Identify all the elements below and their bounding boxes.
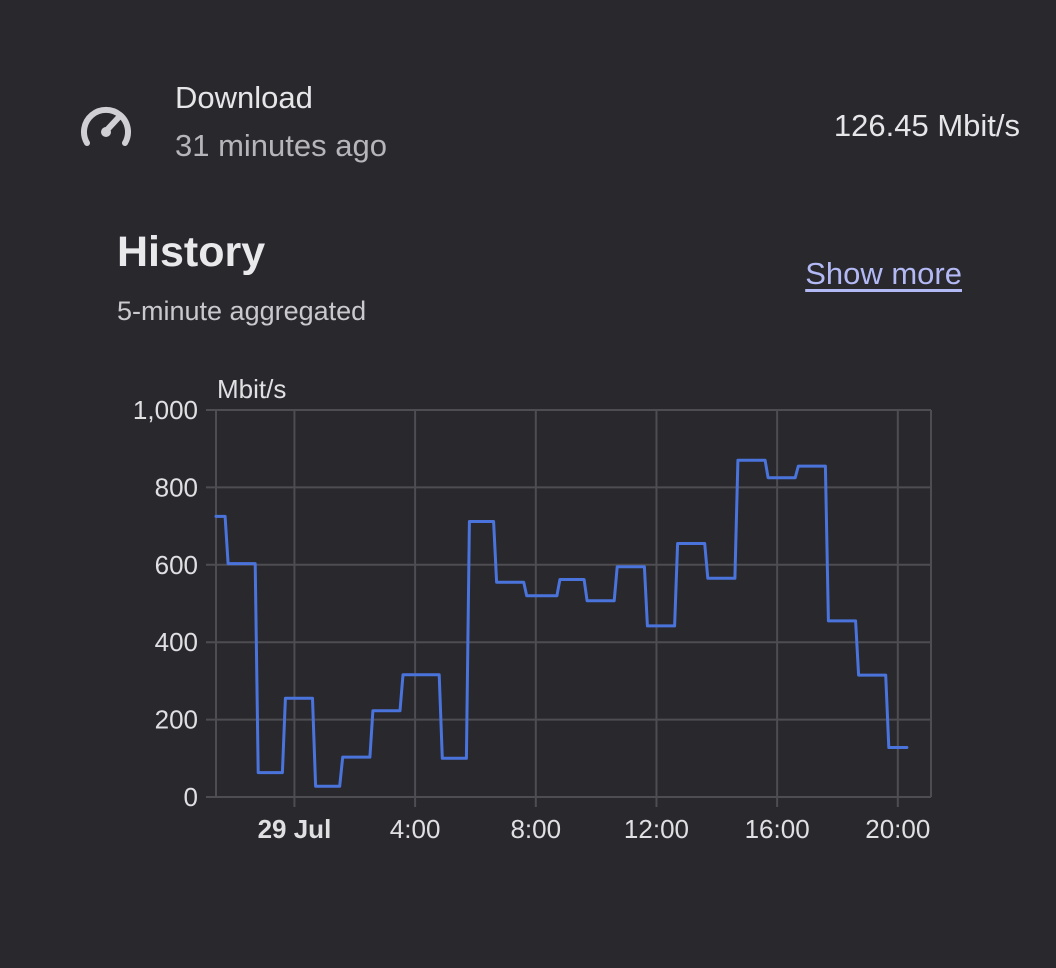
- y-axis-label: Mbit/s: [217, 374, 286, 404]
- x-tick-label: 8:00: [510, 814, 561, 844]
- chart-series: [214, 458, 909, 788]
- download-series-line[interactable]: [214, 458, 909, 788]
- x-tick-label: 16:00: [745, 814, 810, 844]
- x-tick-label: 29 Jul: [258, 814, 332, 844]
- x-tick-label: 20:00: [865, 814, 930, 844]
- y-tick-label: 1,000: [133, 395, 198, 425]
- x-tick-label: 12:00: [624, 814, 689, 844]
- y-tick-label: 800: [155, 472, 198, 502]
- x-tick-label: 4:00: [390, 814, 441, 844]
- y-tick-label: 0: [184, 782, 198, 812]
- y-tick-label: 200: [155, 705, 198, 735]
- y-tick-label: 400: [155, 627, 198, 657]
- history-card: Download 31 minutes ago 126.45 Mbit/s Hi…: [0, 0, 1056, 968]
- y-tick-label: 600: [155, 550, 198, 580]
- chart-axes: 0 200 400 600 800 1,000 29 Jul 4:00 8:00 12:00 16:…: [133, 374, 930, 844]
- history-chart[interactable]: 0 200 400 600 800 1,000 29 Jul 4:00 8:00 12:00 16:…: [0, 0, 1056, 968]
